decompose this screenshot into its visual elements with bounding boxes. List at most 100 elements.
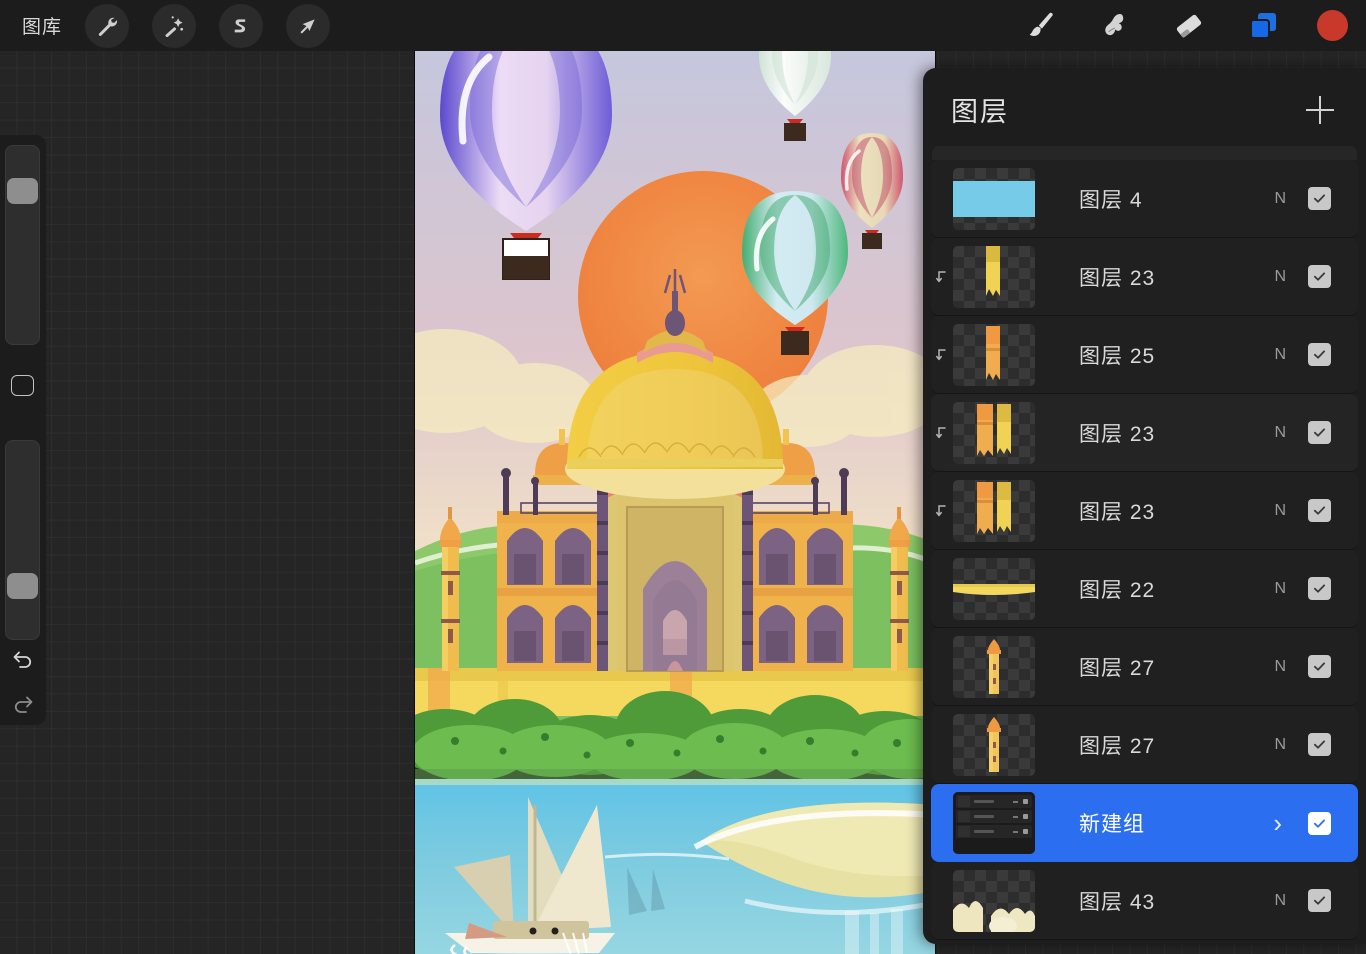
layer-name[interactable]: 图层 23 [1079,496,1274,526]
checkmark-icon [1313,506,1326,515]
topbar-left-group: 图库 [0,3,331,48]
brush-icon-button[interactable] [1021,6,1061,46]
layers-panel-title: 图层 [951,97,1009,127]
group-preview-blend [1013,800,1018,803]
undo-icon [13,651,32,668]
layer-row[interactable]: 新建组 › [931,784,1358,862]
checkmark-icon [1313,818,1326,828]
layer-name[interactable]: 新建组 [1079,808,1273,838]
layer-visibility-checkbox[interactable] [1308,421,1331,444]
scrolled-partial-row[interactable] [932,146,1357,160]
group-preview-row [956,795,1032,808]
layer-name[interactable]: 图层 27 [1079,730,1274,760]
blend-mode-label[interactable]: N [1274,346,1286,364]
layer-thumbnail[interactable] [953,869,1035,932]
blend-mode-label[interactable]: N [1274,190,1286,208]
layer-row[interactable]: 图层 4N [931,160,1358,238]
color-swatch-button[interactable] [1317,10,1348,41]
thumb-sky-band [953,180,1035,217]
layer-name[interactable]: 图层 43 [1079,886,1274,916]
smudge-icon-button[interactable] [1095,6,1135,46]
brush-size-slider[interactable] [5,145,40,345]
layer-row[interactable]: 图层 27 N [931,628,1358,706]
clipping-mask-indicator [931,504,953,518]
layer-thumbnail[interactable] [953,245,1035,308]
layer-visibility-checkbox[interactable] [1308,265,1331,288]
layer-row[interactable]: 图层 25 N [931,316,1358,394]
modify-button[interactable] [11,375,34,396]
chevron-right-icon[interactable]: › [1273,810,1282,836]
add-layer-button[interactable] [1306,96,1334,124]
layers-icon-button[interactable] [1243,6,1283,46]
blend-mode-label[interactable]: N [1274,892,1286,910]
layer-thumbnail[interactable] [953,792,1035,854]
blend-mode-label[interactable]: N [1274,268,1286,286]
group-preview-name-bar [974,830,994,833]
layer-row[interactable]: 图层 23 N [931,394,1358,472]
eraser-icon-button[interactable] [1169,6,1209,46]
group-preview-row [956,825,1032,838]
blend-mode-label[interactable]: N [1274,580,1286,598]
wrench-icon-button[interactable] [85,3,130,48]
brush-size-slider-thumb[interactable] [7,178,38,204]
thumb-yellow-bar [953,583,1035,595]
blend-mode-label[interactable]: N [1274,736,1286,754]
layer-row[interactable]: 图层 27 N [931,706,1358,784]
undo-button[interactable] [8,643,38,673]
layer-thumbnail[interactable] [953,479,1035,542]
layer-name[interactable]: 图层 27 [1079,652,1274,682]
transform-arrow-icon-button[interactable] [286,3,331,48]
layer-thumbnail[interactable] [953,635,1035,698]
gallery-button[interactable]: 图库 [22,12,62,39]
checkmark-icon [1313,194,1326,203]
clipping-mask-icon [936,426,946,438]
blend-mode-label[interactable]: N [1274,424,1286,442]
group-preview-name-bar [974,800,994,803]
layer-visibility-checkbox[interactable] [1308,187,1331,210]
blend-mode-label[interactable]: N [1274,658,1286,676]
layers-panel: 图层 图层 4 N 图层 23 N 图层 25 N 图层 23 N 图层 23 N 图层 22 N 图层… [923,68,1366,944]
selection-icon-button[interactable] [219,3,264,48]
layer-row[interactable]: 图层 43 N [931,862,1358,940]
checkmark-icon [1313,272,1326,281]
opacity-slider[interactable] [5,440,40,640]
layer-visibility-checkbox[interactable] [1308,577,1331,600]
thumb-double-pillar [977,403,1011,456]
thumb-orange-pillar [986,325,1000,380]
layer-name[interactable]: 图层 25 [1079,340,1274,370]
selection-icon [234,18,246,32]
layer-thumbnail[interactable] [953,401,1035,464]
clipping-mask-indicator [931,270,953,284]
blend-mode-label[interactable]: N [1274,502,1286,520]
transform-arrow-icon [300,18,315,33]
wrench-icon [98,17,118,36]
layer-list: 图层 4 N 图层 23 N 图层 25 N 图层 23 N 图层 23 N 图层 22 N 图层 27… [923,160,1366,940]
layer-name[interactable]: 图层 23 [1079,262,1274,292]
checkmark-icon [1313,584,1326,593]
layer-visibility-checkbox[interactable] [1308,655,1331,678]
layer-thumbnail[interactable] [953,557,1035,620]
group-preview-blend [1013,815,1018,818]
layer-thumbnail[interactable] [953,713,1035,776]
layers-icon [1250,12,1276,39]
layer-visibility-checkbox[interactable] [1308,889,1331,912]
layer-thumbnail[interactable] [953,323,1035,386]
layer-visibility-checkbox[interactable] [1308,499,1331,522]
opacity-slider-thumb[interactable] [7,573,38,599]
layer-name[interactable]: 图层 4 [1079,184,1274,214]
group-preview-blend [1013,830,1018,833]
layer-thumbnail[interactable] [953,167,1035,230]
magic-wand-icon-button[interactable] [152,3,197,48]
layer-row[interactable]: 图层 22 N [931,550,1358,628]
layer-row[interactable]: 图层 23 N [931,238,1358,316]
layer-row[interactable]: 图层 23 N [931,472,1358,550]
checkmark-icon [1313,428,1326,437]
layer-visibility-checkbox[interactable] [1308,811,1331,835]
layer-visibility-checkbox[interactable] [1308,733,1331,756]
layer-visibility-checkbox[interactable] [1308,343,1331,366]
thumb-double-pillar [977,481,1011,534]
layer-name[interactable]: 图层 22 [1079,574,1274,604]
artwork-canvas[interactable] [415,51,935,954]
redo-button[interactable] [8,688,38,718]
layer-name[interactable]: 图层 23 [1079,418,1274,448]
